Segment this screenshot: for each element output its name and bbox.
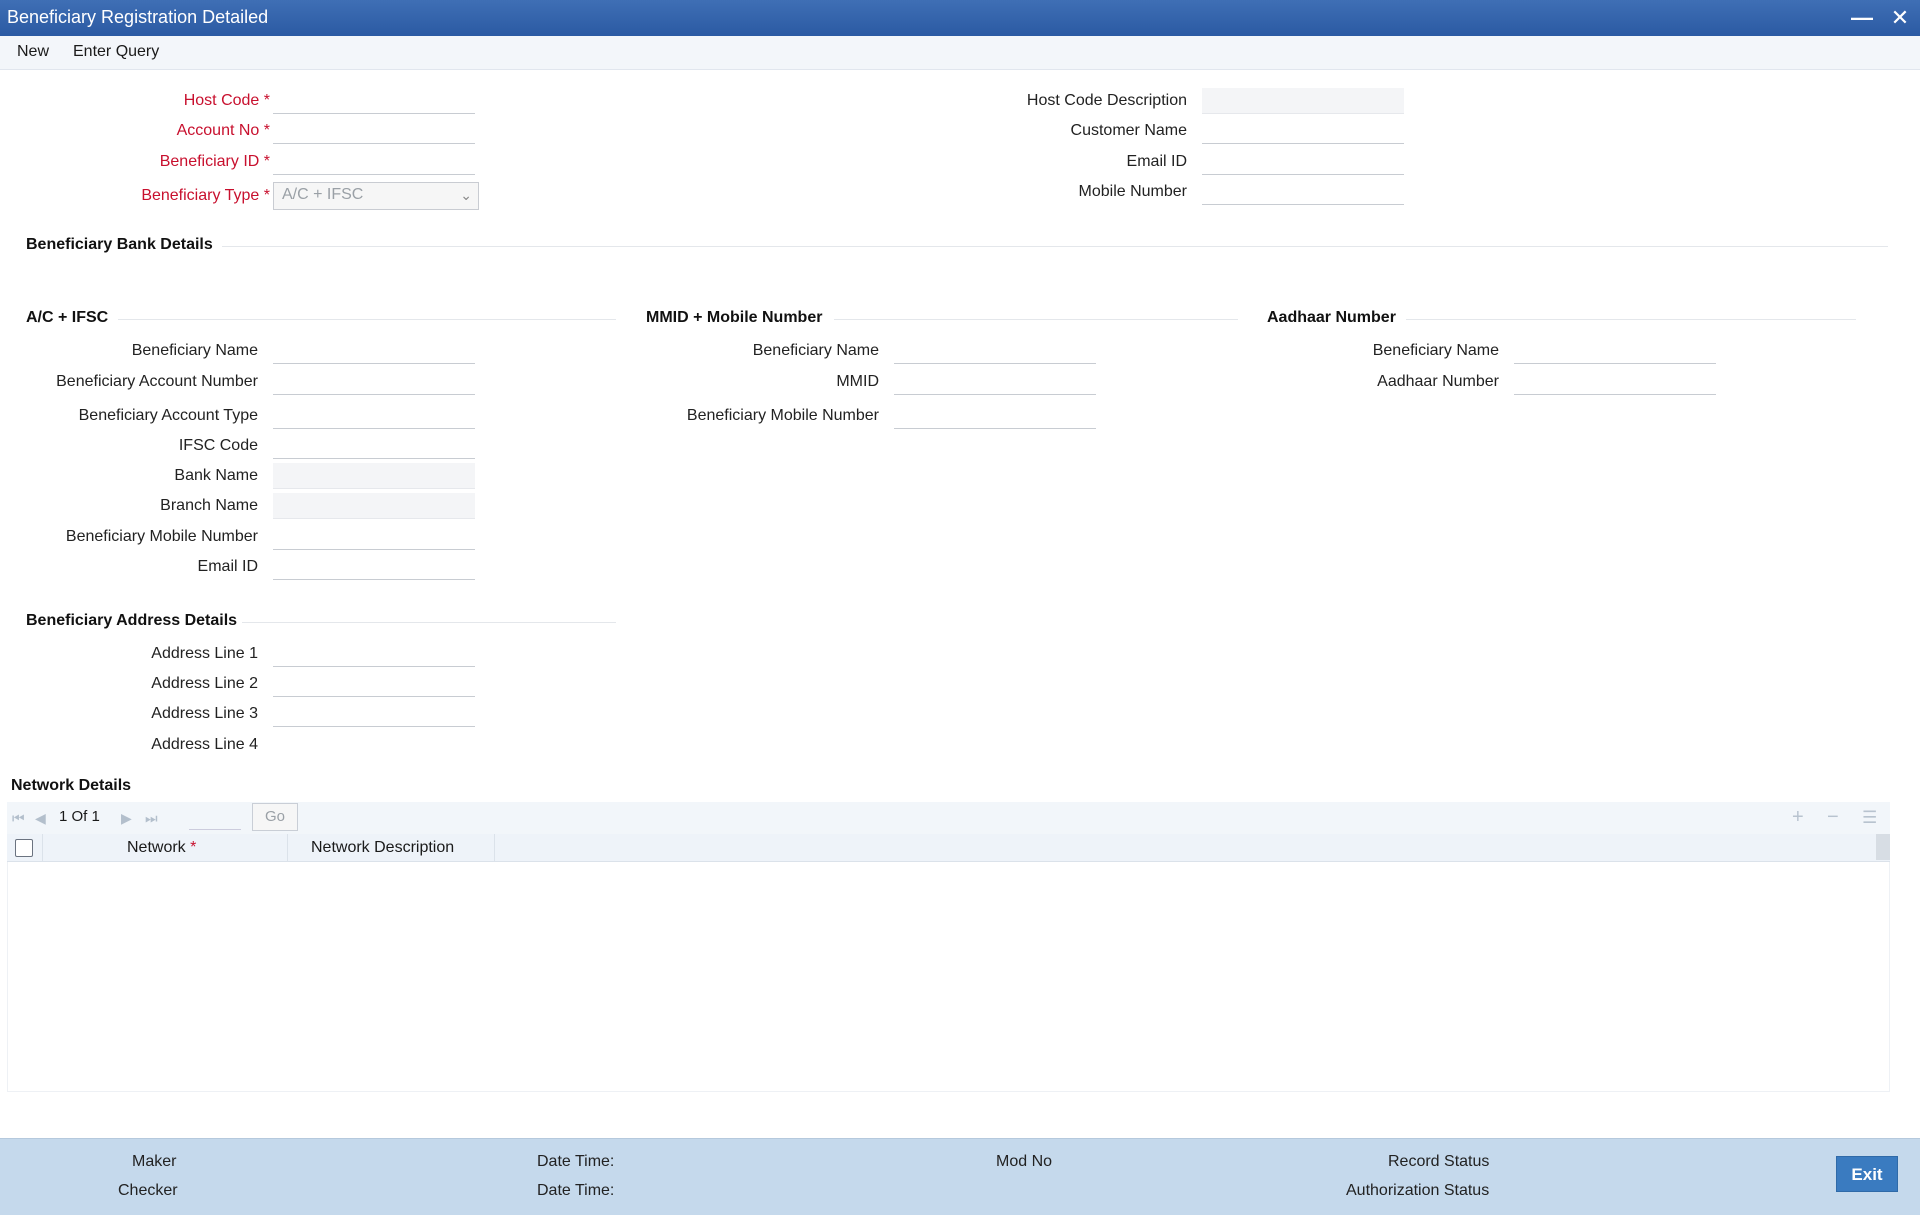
last-page-icon[interactable]: ⏭ <box>145 810 158 827</box>
branch-name-input <box>273 493 475 519</box>
host-code-description-input <box>1202 88 1404 114</box>
col-network[interactable]: Network * <box>127 839 196 857</box>
exit-button[interactable]: Exit <box>1836 1156 1898 1192</box>
mmid-beneficiary-mobile-input[interactable] <box>894 403 1096 429</box>
acifsc-email-id-label: Email ID <box>197 558 258 575</box>
bank-name-label: Bank Name <box>174 467 258 484</box>
address-line-2-label: Address Line 2 <box>151 675 258 692</box>
minimize-icon[interactable]: — <box>1848 4 1876 32</box>
beneficiary-id-label: Beneficiary ID * <box>159 153 270 170</box>
go-button[interactable]: Go <box>252 803 298 831</box>
acifsc-beneficiary-mobile-input[interactable] <box>273 524 475 550</box>
beneficiary-account-number-input[interactable] <box>273 369 475 395</box>
col-divider <box>287 834 288 862</box>
mmid-title: MMID + Mobile Number <box>646 309 823 326</box>
mmid-beneficiary-mobile-label: Beneficiary Mobile Number <box>686 407 879 424</box>
email-id-input[interactable] <box>1202 149 1404 175</box>
address-line-1-input[interactable] <box>273 641 475 667</box>
aadhaar-number-input[interactable] <box>1514 369 1716 395</box>
network-grid-header: Network * Network Description <box>7 834 1890 862</box>
beneficiary-account-type-label: Beneficiary Account Type <box>78 407 258 424</box>
aadhaar-title: Aadhaar Number <box>1267 309 1396 326</box>
acifsc-title: A/C + IFSC <box>26 309 109 326</box>
ifsc-code-input[interactable] <box>273 433 475 459</box>
ifsc-code-label: IFSC Code <box>178 437 258 454</box>
address-line-3-label: Address Line 3 <box>151 705 258 722</box>
bank-name-input <box>273 463 475 489</box>
customer-name-label: Customer Name <box>1070 122 1187 139</box>
close-icon[interactable]: ✕ <box>1886 4 1914 32</box>
address-line-4-label: Address Line 4 <box>151 736 258 753</box>
beneficiary-type-value: A/C + IFSC <box>282 186 364 203</box>
host-code-label: Host Code * <box>183 92 270 109</box>
mobile-number-label: Mobile Number <box>1078 183 1187 200</box>
host-code-description-label: Host Code Description <box>1026 92 1187 109</box>
mmid-beneficiary-name-label: Beneficiary Name <box>752 342 879 359</box>
aadhaar-beneficiary-name-label: Beneficiary Name <box>1372 342 1499 359</box>
address-line-3-input[interactable] <box>273 701 475 727</box>
aadhaar-number-label: Aadhaar Number <box>1377 373 1499 390</box>
checker-date-time-label: Date Time: <box>537 1182 615 1199</box>
mod-no-label: Mod No <box>996 1153 1053 1170</box>
select-all-checkbox[interactable] <box>15 839 33 857</box>
first-page-icon[interactable]: ⏮ <box>12 810 25 827</box>
beneficiary-type-select[interactable]: A/C + IFSC ⌄ <box>273 182 479 210</box>
bank-details-title: Beneficiary Bank Details <box>26 236 213 253</box>
account-no-input[interactable] <box>273 118 475 144</box>
beneficiary-type-label: Beneficiary Type * <box>141 187 270 204</box>
address-line-2-input[interactable] <box>273 671 475 697</box>
network-details-title: Network Details <box>11 777 132 794</box>
checker-label: Checker <box>118 1182 178 1199</box>
grid-scrollbar[interactable] <box>1876 834 1890 860</box>
page-indicator: 1 Of 1 <box>59 808 100 825</box>
aadhaar-beneficiary-name-input[interactable] <box>1514 338 1716 364</box>
window-title: Beneficiary Registration Detailed <box>7 7 269 27</box>
col-divider <box>494 834 495 862</box>
authorization-status-label: Authorization Status <box>1346 1182 1490 1199</box>
record-status-label: Record Status <box>1388 1153 1490 1170</box>
menu-enter-query[interactable]: Enter Query <box>73 43 159 61</box>
beneficiary-account-type-input[interactable] <box>273 403 475 429</box>
menu-new[interactable]: New <box>17 43 49 61</box>
address-title: Beneficiary Address Details <box>26 612 238 629</box>
aadhaar-divider <box>1406 319 1856 320</box>
menu-bar: New Enter Query <box>0 36 1920 70</box>
mmid-input[interactable] <box>894 369 1096 395</box>
branch-name-label: Branch Name <box>160 497 258 514</box>
customer-name-input[interactable] <box>1202 118 1404 144</box>
title-bar: Beneficiary Registration Detailed — ✕ <box>0 0 1920 36</box>
acifsc-divider <box>118 319 616 320</box>
mmid-label: MMID <box>836 373 879 390</box>
minus-icon[interactable]: − <box>1827 806 1839 829</box>
plus-icon[interactable]: + <box>1792 806 1804 829</box>
mmid-beneficiary-name-input[interactable] <box>894 338 1096 364</box>
beneficiary-id-input[interactable] <box>273 149 475 175</box>
col-network-description[interactable]: Network Description <box>311 839 454 857</box>
address-divider <box>242 622 616 623</box>
next-page-icon[interactable]: ▶ <box>121 810 132 827</box>
maker-date-time-label: Date Time: <box>537 1153 615 1170</box>
address-line-1-label: Address Line 1 <box>151 645 258 662</box>
acifsc-beneficiary-name-input[interactable] <box>273 338 475 364</box>
bank-details-divider <box>222 246 1888 247</box>
grid-toolbar: ⏮ ◀ 1 Of 1 ▶ ⏭ Go + − ☰ <box>7 802 1890 834</box>
acifsc-beneficiary-name-label: Beneficiary Name <box>131 342 258 359</box>
acifsc-email-id-input[interactable] <box>273 554 475 580</box>
maker-label: Maker <box>132 1153 177 1170</box>
chevron-down-icon: ⌄ <box>460 187 472 203</box>
host-code-input[interactable] <box>273 88 475 114</box>
beneficiary-account-number-label: Beneficiary Account Number <box>56 373 258 390</box>
email-id-label: Email ID <box>1126 153 1187 170</box>
list-icon[interactable]: ☰ <box>1862 808 1877 828</box>
acifsc-beneficiary-mobile-label: Beneficiary Mobile Number <box>65 528 258 545</box>
col-divider <box>42 834 43 862</box>
audit-footer: Maker Checker Date Time: Date Time: Mod … <box>0 1138 1920 1215</box>
page-number-input[interactable] <box>189 806 241 830</box>
network-grid-body <box>7 862 1890 1092</box>
prev-page-icon[interactable]: ◀ <box>35 810 46 827</box>
mmid-divider <box>834 319 1238 320</box>
mobile-number-input[interactable] <box>1202 179 1404 205</box>
account-no-label: Account No * <box>176 122 270 139</box>
